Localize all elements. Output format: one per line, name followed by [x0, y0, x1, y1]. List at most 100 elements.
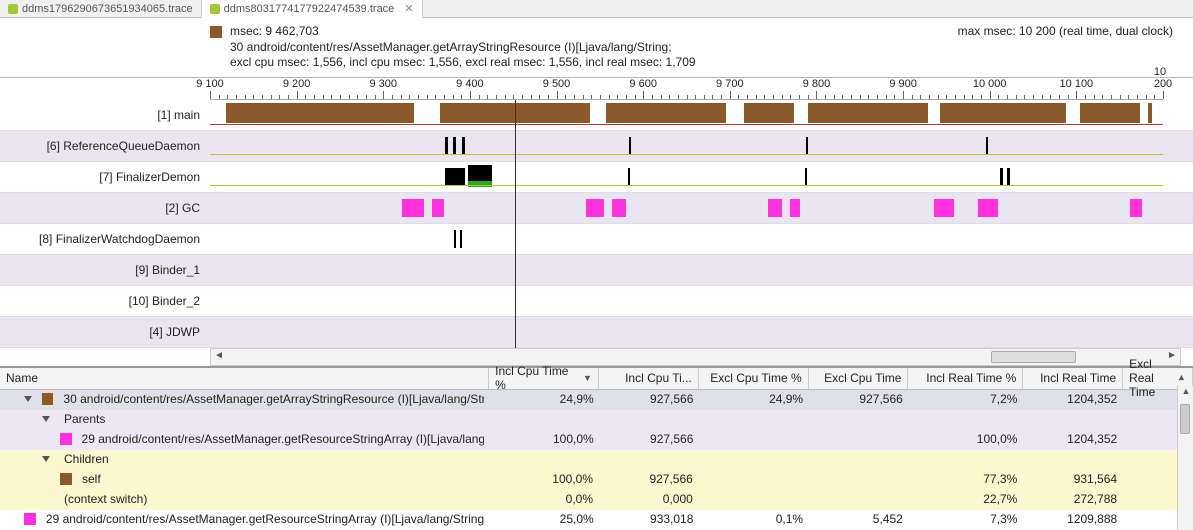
- trace-segment[interactable]: [586, 199, 604, 217]
- cell: [809, 470, 909, 489]
- table-header: Name Incl Cpu Time %▼ Incl Cpu Ti... Exc…: [0, 368, 1193, 390]
- close-icon[interactable]: ✕: [404, 2, 413, 15]
- scroll-up-arrow[interactable]: ▲: [1178, 386, 1193, 402]
- scroll-thumb[interactable]: [1180, 404, 1190, 434]
- cell: 77,3%: [908, 470, 1023, 489]
- trace-segment[interactable]: [934, 199, 954, 217]
- scroll-thumb[interactable]: [991, 351, 1076, 363]
- thread-row[interactable]: [10] Binder_2: [0, 286, 1193, 317]
- trace-segment[interactable]: [628, 168, 630, 186]
- trace-segment[interactable]: [454, 230, 456, 248]
- ruler-tick-label: 10 000: [973, 78, 1007, 90]
- cell: 272,788: [1023, 490, 1123, 509]
- trace-segment[interactable]: [805, 168, 807, 186]
- profile-table: Name Incl Cpu Time %▼ Incl Cpu Ti... Exc…: [0, 366, 1193, 530]
- col-incl-real-pct[interactable]: Incl Real Time %: [908, 368, 1023, 389]
- tab-trace-inactive[interactable]: ddms1796290673651934065.trace: [0, 0, 202, 18]
- thread-row-main[interactable]: [1] main: [0, 100, 1193, 131]
- trace-segment[interactable]: [226, 103, 414, 123]
- cell: [809, 490, 909, 509]
- trace-segment[interactable]: [453, 137, 456, 155]
- row-label: Parents: [64, 412, 105, 426]
- trace-segment[interactable]: [402, 199, 424, 217]
- col-incl-real[interactable]: Incl Real Time: [1023, 368, 1123, 389]
- max-msec-label: max msec: 10 200 (real time, dual clock): [958, 24, 1193, 38]
- cell: 0,1%: [699, 510, 809, 529]
- ruler-tick-label: 9 600: [629, 78, 657, 90]
- cell: 1204,352: [1023, 390, 1123, 409]
- trace-segment[interactable]: [460, 230, 462, 248]
- selection-info: msec: 9 462,703 30 android/content/res/A…: [210, 24, 696, 71]
- trace-segment[interactable]: [445, 137, 448, 155]
- color-swatch: [210, 26, 222, 38]
- cell: [599, 410, 699, 429]
- thread-row[interactable]: [4] JDWP: [0, 317, 1193, 348]
- table-row[interactable]: 29 android/content/res/AssetManager.getR…: [0, 430, 1193, 450]
- table-row[interactable]: Children: [0, 450, 1193, 470]
- trace-segment[interactable]: [768, 199, 782, 217]
- trace-segment[interactable]: [612, 199, 626, 217]
- trace-segment[interactable]: [806, 137, 808, 155]
- col-excl-cpu[interactable]: Excl Cpu Time: [809, 368, 909, 389]
- table-row[interactable]: self100,0%927,56677,3%931,564: [0, 470, 1193, 490]
- trace-segment[interactable]: [940, 103, 1066, 123]
- table-row[interactable]: (context switch)0,0%0,00022,7%272,788: [0, 490, 1193, 510]
- android-icon: [8, 4, 18, 14]
- trace-segment[interactable]: [1148, 103, 1152, 123]
- cell: 7,3%: [909, 510, 1024, 529]
- thread-label: [2] GC: [0, 201, 210, 215]
- col-name[interactable]: Name: [0, 368, 489, 389]
- cell: [599, 450, 699, 469]
- trace-segment[interactable]: [606, 103, 726, 123]
- thread-row[interactable]: [6] ReferenceQueueDaemon: [0, 131, 1193, 162]
- col-excl-cpu-pct[interactable]: Excl Cpu Time %: [699, 368, 809, 389]
- timeline-ruler[interactable]: 9 1009 2009 3009 4009 5009 6009 7009 800…: [210, 78, 1163, 100]
- table-v-scrollbar[interactable]: ▲: [1177, 386, 1193, 530]
- trace-segment[interactable]: [432, 199, 444, 217]
- trace-segment[interactable]: [445, 168, 465, 186]
- table-row[interactable]: 29 android/content/res/AssetManager.getR…: [0, 510, 1193, 530]
- thread-row[interactable]: [9] Binder_1: [0, 255, 1193, 286]
- cell: 100,0%: [909, 430, 1024, 449]
- trace-segment[interactable]: [978, 199, 998, 217]
- row-label: 29 android/content/res/AssetManager.getR…: [82, 432, 484, 446]
- cell: [699, 410, 809, 429]
- thread-row[interactable]: [8] FinalizerWatchdogDaemon: [0, 224, 1193, 255]
- thread-label: [10] Binder_2: [0, 294, 210, 308]
- scroll-left-arrow[interactable]: ◄: [211, 349, 227, 365]
- thread-timeline: [1] main [6] ReferenceQueueDaemon [7] Fi…: [0, 100, 1193, 348]
- cell: 927,566: [809, 390, 909, 409]
- trace-segment[interactable]: [790, 199, 800, 217]
- trace-segment[interactable]: [462, 137, 465, 155]
- trace-segment[interactable]: [808, 103, 928, 123]
- expand-icon[interactable]: [42, 456, 50, 462]
- table-row[interactable]: 30 android/content/res/AssetManager.getA…: [0, 390, 1193, 410]
- ruler-tick-label: 10 100: [1060, 78, 1094, 90]
- timeline-h-scrollbar[interactable]: ◄ ►: [210, 348, 1181, 366]
- cell: 24,9%: [699, 390, 809, 409]
- trace-segment[interactable]: [1080, 103, 1140, 123]
- row-label: Children: [64, 452, 109, 466]
- trace-segment[interactable]: [1130, 199, 1142, 217]
- expand-icon[interactable]: [42, 416, 50, 422]
- thread-row[interactable]: [7] FinalizerDemon: [0, 162, 1193, 193]
- cell: [699, 430, 809, 449]
- trace-segment[interactable]: [986, 137, 988, 155]
- trace-segment[interactable]: [1000, 168, 1003, 186]
- cell: [699, 490, 809, 509]
- col-incl-cpu[interactable]: Incl Cpu Ti...: [599, 368, 699, 389]
- sort-desc-icon: ▼: [583, 373, 592, 383]
- table-row[interactable]: Parents: [0, 410, 1193, 430]
- trace-segment[interactable]: [744, 103, 794, 123]
- playhead-cursor[interactable]: [515, 100, 516, 348]
- trace-segment[interactable]: [1007, 168, 1010, 186]
- tab-trace-active[interactable]: ddms8031774177922474539.trace ✕: [202, 0, 423, 18]
- cell: [1023, 410, 1123, 429]
- expand-icon[interactable]: [24, 396, 32, 402]
- trace-segment[interactable]: [629, 137, 631, 155]
- col-incl-cpu-pct[interactable]: Incl Cpu Time %▼: [489, 368, 599, 389]
- ruler-tick-label: 9 100: [196, 78, 224, 90]
- cell: 22,7%: [908, 490, 1023, 509]
- thread-row-gc[interactable]: [2] GC: [0, 193, 1193, 224]
- cell: 931,564: [1023, 470, 1123, 489]
